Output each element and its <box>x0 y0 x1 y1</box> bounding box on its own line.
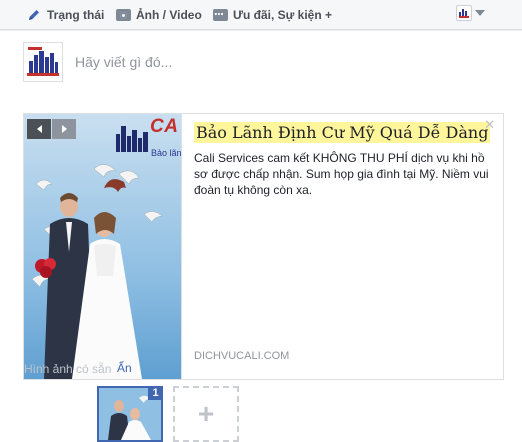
more-icon <box>213 3 228 21</box>
composer: Hãy viết gì đó... CA Bảo lãn Bảo Lãnh Đị… <box>0 31 522 442</box>
tab-offers-events-label: Ưu đãi, Sự kiện + <box>233 8 333 22</box>
camera-icon <box>116 9 131 21</box>
ad-image-logo-caption: Bảo lãn <box>151 148 181 158</box>
carousel-next-button[interactable] <box>52 119 76 139</box>
tab-photo-video-label: Ảnh / Video <box>136 8 202 22</box>
chevron-left-icon <box>36 125 42 133</box>
ad-image-logo: CA <box>150 116 179 137</box>
carousel-prev-button[interactable] <box>27 119 51 139</box>
available-images-label: Hình ảnh có sẵn <box>24 362 112 376</box>
page-avatar-small <box>456 5 472 21</box>
composer-tab-bar: Trạng thái Ảnh / Video Ưu đãi, Sự kiện + <box>0 0 522 30</box>
tab-status[interactable]: Trạng thái <box>27 6 104 24</box>
ad-description[interactable]: Cali Services cam kết KHÔNG THU PHÍ dịch… <box>194 150 498 198</box>
ad-link-domain: DICHVUCALI.COM <box>194 350 290 362</box>
ad-preview-card: CA Bảo lãn Bảo Lãnh Định Cư Mỹ Quá Dễ Dà… <box>23 113 504 380</box>
page-avatar <box>23 42 63 82</box>
composer-input[interactable]: Hãy viết gì đó... <box>75 54 172 70</box>
ad-headline[interactable]: Bảo Lãnh Định Cư Mỹ Quá Dễ Dàng <box>194 122 491 143</box>
hide-images-link[interactable]: Ẩn <box>117 361 132 375</box>
close-icon[interactable]: ✕ <box>484 117 495 133</box>
ad-text-panel: Bảo Lãnh Định Cư Mỹ Quá Dễ Dàng ✕ Cali S… <box>181 114 503 379</box>
pencil-icon <box>27 8 42 23</box>
chevron-down-icon <box>475 10 485 16</box>
chevron-right-icon <box>61 125 67 133</box>
tab-photo-video[interactable]: Ảnh / Video <box>116 6 202 24</box>
carousel-arrows <box>27 119 76 139</box>
tab-status-label: Trạng thái <box>47 8 105 22</box>
page-identity-selector[interactable] <box>456 4 490 22</box>
add-image-button[interactable]: + <box>173 386 239 442</box>
plus-icon: + <box>197 398 215 429</box>
tab-offers-events[interactable]: Ưu đãi, Sự kiện + <box>213 3 333 24</box>
ad-image: CA Bảo lãn <box>24 114 181 379</box>
selected-count-badge: 1 <box>148 386 163 400</box>
